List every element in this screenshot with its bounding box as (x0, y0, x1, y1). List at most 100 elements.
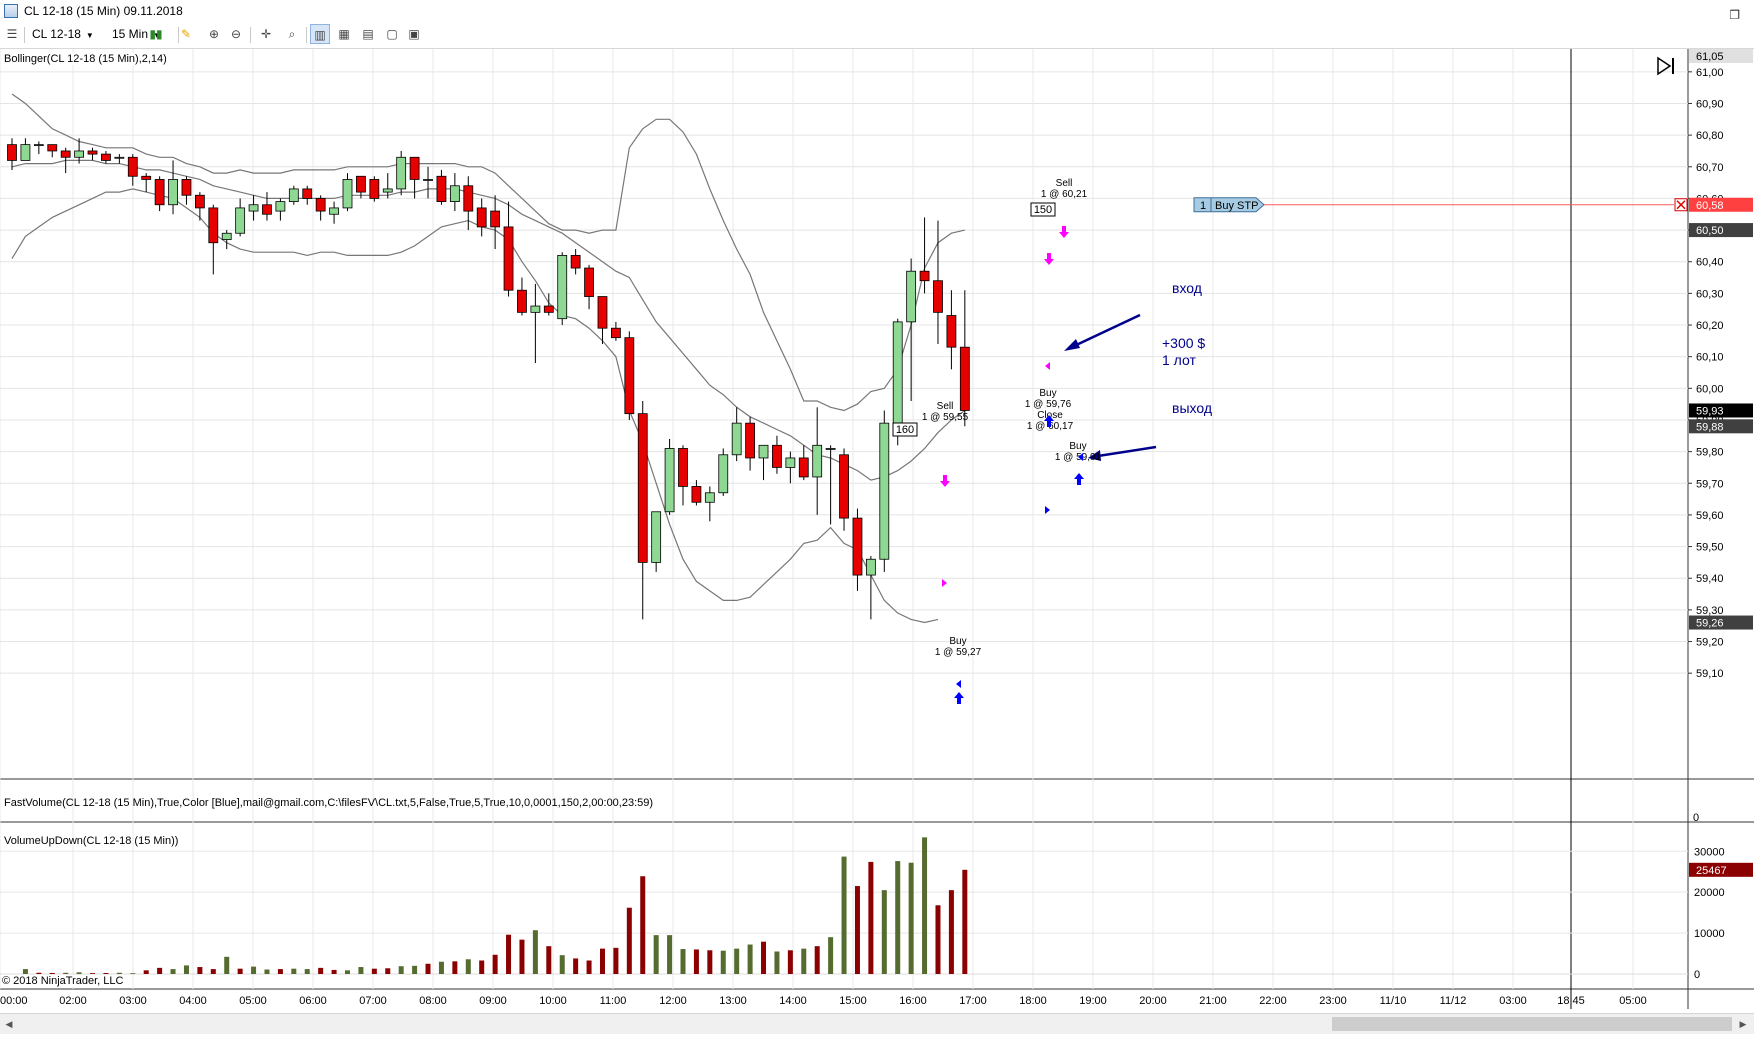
fastvolume-panel-label: FastVolume(CL 12-18 (15 Min),True,Color … (4, 797, 654, 809)
volume-tick-label: 0 (1694, 969, 1700, 981)
volume-bar (680, 949, 686, 974)
volume-bar (412, 965, 418, 974)
candle-body (20, 144, 31, 161)
candle-body (718, 454, 729, 494)
candle-body (221, 232, 232, 240)
volume-bar (841, 856, 847, 974)
candle-body (87, 150, 98, 155)
pencil-draw-icon[interactable]: ✎ (176, 24, 196, 44)
volume-bar (143, 970, 149, 974)
volume-bar (116, 972, 122, 974)
volume-bar (559, 955, 565, 974)
order-list-icon[interactable]: ▣ (404, 24, 424, 44)
time-tick-label: 21:00 (1199, 995, 1227, 1007)
sell-label-59-55-line2: 1 @ 59,55 (922, 412, 969, 423)
data-box-icon[interactable]: ▦ (334, 24, 354, 44)
copyright-text: © 2018 NinjaTrader, LLC (2, 975, 124, 987)
candle-body (275, 201, 286, 212)
volume-bar (761, 941, 767, 974)
volume-bar (693, 949, 699, 974)
price-tick-label: 59,60 (1696, 510, 1724, 522)
volume-bar (277, 969, 283, 974)
candle-body (812, 444, 823, 478)
volume-bar (935, 905, 941, 974)
candle-body (678, 448, 688, 487)
price-tick-label: 60,20 (1696, 320, 1724, 332)
price-marker-label: 60,50 (1696, 225, 1724, 237)
candle-body (651, 511, 662, 563)
volume-bar (828, 937, 834, 974)
candle-body (503, 226, 514, 291)
volume-bar (103, 972, 109, 974)
volume-bar (573, 958, 579, 974)
crosshair-icon[interactable]: ✛ (256, 24, 276, 44)
candle-body (7, 144, 17, 161)
volume-bar (358, 967, 364, 974)
properties-icon[interactable]: ▢ (382, 24, 402, 44)
scrollbar-thumb[interactable] (1332, 1017, 1732, 1031)
candle-body (449, 185, 460, 202)
scroll-left-icon[interactable]: ◀ (2, 1017, 16, 1031)
chart-area[interactable]: 61,0060,9060,8060,7060,6060,5060,4060,30… (0, 49, 1754, 1044)
chart-list-icon[interactable]: ☰ (2, 24, 22, 44)
candle-body (906, 270, 917, 323)
chart-canvas[interactable]: 61,0060,9060,8060,7060,6060,5060,4060,30… (0, 49, 1754, 1013)
candle-body (543, 305, 554, 313)
price-tick-label: 60,90 (1696, 98, 1724, 110)
volume-marker-label: 25467 (1696, 865, 1727, 877)
candle-body (798, 457, 809, 478)
candle-body (396, 156, 407, 190)
candle-body (114, 156, 125, 159)
zoom-out-icon[interactable]: ⊖ (226, 24, 246, 44)
candle-body (356, 175, 366, 193)
volume-bar (49, 972, 55, 974)
buy-label-59-76-line2: 1 @ 59,76 (1025, 399, 1072, 410)
magnifier-icon[interactable]: ⌕ (282, 24, 302, 44)
sell-label-60-21-line2: 1 @ 60,21 (1041, 189, 1088, 200)
volume-bar (438, 961, 444, 974)
candle-body (74, 150, 84, 158)
candle-body (342, 179, 353, 209)
instrument-selector[interactable]: CL 12-18 ▼ (28, 24, 98, 44)
sell-label-60-21-line1: Sell (1056, 178, 1073, 189)
volume-bar (183, 965, 189, 974)
time-tick-label: 05:00 (1619, 995, 1647, 1007)
tick-counter-label: 150 (1034, 204, 1052, 216)
profit-annotation-text: +300 $ (1162, 335, 1205, 351)
time-tick-label: 11:00 (600, 995, 627, 1007)
horizontal-scrollbar[interactable]: ◀ ▶ (0, 1013, 1754, 1034)
volume-bar (170, 969, 176, 974)
scroll-right-icon[interactable]: ▶ (1736, 1017, 1750, 1031)
candle-body (839, 454, 849, 519)
time-tick-label: 02:00 (59, 995, 87, 1007)
volume-bar (22, 969, 28, 974)
volume-bar (962, 869, 968, 974)
candle-body (557, 254, 568, 320)
volume-bar (63, 972, 69, 974)
chart-trader-icon[interactable]: ▤ (358, 24, 378, 44)
volume-bar (667, 935, 673, 974)
time-tick-label: 14:00 (779, 995, 807, 1007)
candle-body (959, 346, 970, 411)
price-tick-label: 61,00 (1696, 67, 1724, 79)
candle-body (825, 448, 836, 450)
candle-body (704, 492, 715, 503)
buy-label-59-27-line2: 1 @ 59,27 (935, 647, 982, 658)
volume-panel-label: VolumeUpDown(CL 12-18 (15 Min)) (4, 835, 179, 847)
scroll-to-end-icon[interactable] (1656, 55, 1678, 77)
volume-bar (197, 967, 203, 974)
time-tick-label: 18:00 (1019, 995, 1047, 1007)
candle-body (892, 321, 903, 427)
volume-bar (532, 930, 538, 974)
candle-body (785, 457, 796, 468)
bar-style-icon[interactable]: ▥ (310, 24, 330, 44)
buy-label-59-91-line2: 1 @ 59,91 (1055, 452, 1102, 463)
volume-bar (264, 969, 270, 974)
time-tick-label: 11/12 (1440, 995, 1467, 1007)
candlestick-bars-icon[interactable]: ▮▮ (146, 24, 166, 44)
zoom-in-icon[interactable]: ⊕ (204, 24, 224, 44)
price-tick-label: 59,50 (1696, 542, 1724, 554)
window-title: CL 12-18 (15 Min) 09.11.2018 (24, 4, 183, 18)
candle-body (879, 422, 890, 560)
volume-bar (425, 963, 431, 974)
